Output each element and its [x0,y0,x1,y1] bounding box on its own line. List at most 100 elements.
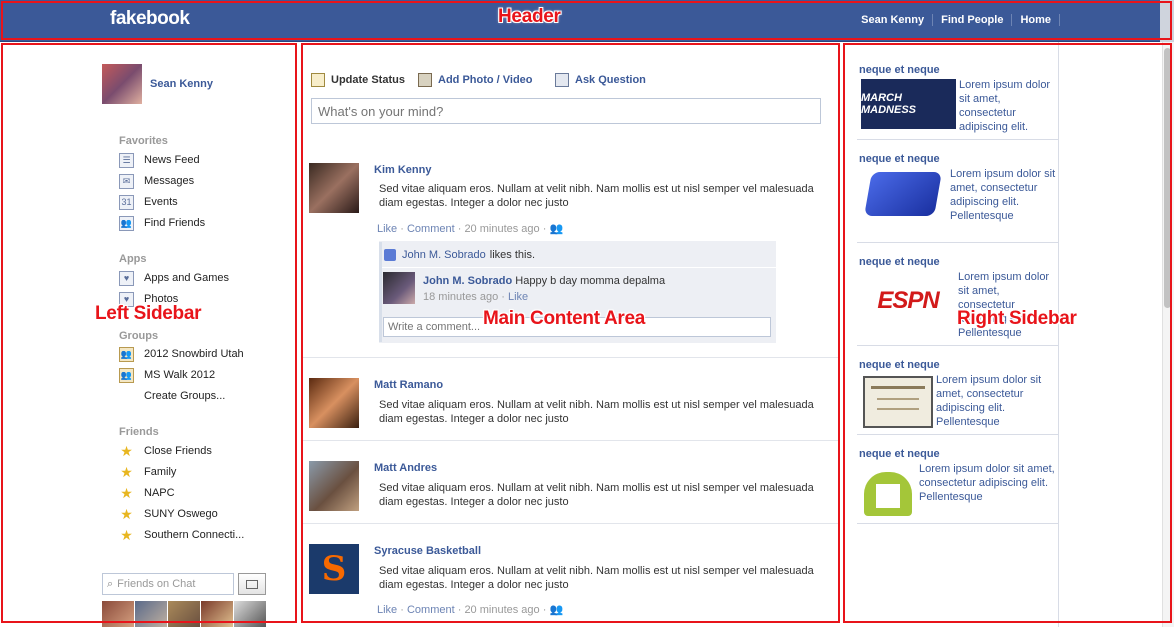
sidebar-item-find-friends[interactable]: 👥 Find Friends [119,215,205,231]
ad-image[interactable] [860,462,918,520]
comment-link[interactable]: Comment [407,223,455,235]
tab-update-status[interactable]: Update Status [311,73,405,87]
chat-friend-avatar[interactable] [234,601,266,627]
group-icon: 👥 [119,346,134,362]
ad-title[interactable]: neque et neque [859,256,940,268]
post-body-text: Sed vitae aliquam eros. Nullam at velit … [379,399,814,425]
site-logo[interactable]: fakebook [110,8,190,30]
ad-image[interactable] [863,376,933,428]
sidebar-item-label: Family [144,466,177,478]
sidebar-item-napc[interactable]: ★ NAPC [119,484,174,501]
top-header-bar: fakebook Sean Kenny Find People Home [0,0,1174,42]
sidebar-item-label: 2012 Snowbird Utah [144,348,244,360]
sidebar-item-apps-games[interactable]: ♥ Apps and Games [119,270,229,286]
comment-box-edge [379,242,382,342]
star-icon: ★ [120,442,133,459]
tab-ask-question[interactable]: Ask Question [555,73,646,87]
ad-body-text: Lorem ipsum dolor sit amet, consectetur … [919,463,1055,503]
chat-search-input[interactable]: ⌕ Friends on Chat [102,573,234,595]
post-author-avatar[interactable]: S [309,544,359,594]
sidebar-item-group-ms-walk[interactable]: 👥 MS Walk 2012 [119,367,215,383]
sidebar-item-group-snowbird[interactable]: 👥 2012 Snowbird Utah [119,346,244,362]
profile-avatar[interactable] [102,64,142,104]
ad-title[interactable]: neque et neque [859,448,940,460]
favorites-heading: Favorites [119,135,168,147]
chat-friend-avatar[interactable] [102,601,134,627]
like-link[interactable]: Like [377,604,397,616]
news-feed-icon: ☰ [119,152,134,168]
window-edge [1160,0,1174,42]
friends-heading: Friends [119,426,159,438]
post-body-text: Sed vitae aliquam eros. Nullam at velit … [379,183,814,209]
sidebar-item-close-friends[interactable]: ★ Close Friends [119,443,212,459]
post-timestamp: 20 minutes ago [464,604,540,616]
profile-name-link[interactable]: Sean Kenny [150,78,213,90]
tab-label: Add Photo / Video [438,74,533,86]
post-author-name[interactable]: Syracuse Basketball [374,545,481,557]
ad-body-text: Lorem ipsum dolor sit amet, consectetur … [936,374,1042,428]
sidebar-item-events[interactable]: 31 Events [119,194,178,210]
tab-label: Ask Question [575,74,646,86]
post-actions-row: Like · Comment · 20 minutes ago · 👥 [377,223,564,235]
ad-divider [857,434,1058,435]
sidebar-item-news-feed[interactable]: ☰ News Feed [119,152,200,168]
comment-link[interactable]: Comment [407,604,455,616]
star-icon: ★ [120,526,133,543]
ad-image[interactable] [860,166,946,226]
privacy-friends-icon: 👥 [549,223,564,235]
tab-add-photo[interactable]: Add Photo / Video [418,73,533,87]
comment-author-avatar[interactable] [383,272,415,304]
apps-heading: Apps [119,253,147,265]
sidebar-item-label: SUNY Oswego [144,508,218,520]
comment-text: Happy b day momma depalma [515,275,666,287]
ad-body-text: Lorem ipsum dolor sit amet, consectetur … [959,79,1051,133]
post-author-name[interactable]: Matt Andres [374,462,437,474]
comment-timestamp: 18 minutes ago [423,291,499,303]
blank-icon [119,389,134,404]
post-author-name[interactable]: Matt Ramano [374,379,443,391]
apps-icon: ♥ [119,270,134,286]
star-icon: ★ [120,484,133,501]
main-annotation-label: Main Content Area [483,308,646,329]
chat-friend-avatar[interactable] [168,601,200,627]
comment-author-name[interactable]: John M. Sobrado [423,275,512,287]
ad-image[interactable]: MARCH MADNESS [861,79,956,129]
ad-image[interactable]: ESPN [862,281,954,321]
sidebar-item-label: Create Groups... [144,390,226,402]
like-link[interactable]: Like [377,223,397,235]
comment-meta: 18 minutes ago · Like [423,291,529,303]
ad-title[interactable]: neque et neque [859,153,940,165]
tab-label: Update Status [331,74,405,86]
post-divider [303,357,840,358]
ad-body-text: Lorem ipsum dolor sit amet, consectetur … [950,168,1056,222]
status-update-input[interactable] [311,98,821,124]
liker-name[interactable]: John M. Sobrado [402,249,486,261]
ad-title[interactable]: neque et neque [859,359,940,371]
post-author-name[interactable]: Kim Kenny [374,164,431,176]
chat-search-placeholder: Friends on Chat [117,578,196,590]
sidebar-item-suny-oswego[interactable]: ★ SUNY Oswego [119,506,218,522]
post-author-avatar[interactable] [309,163,359,213]
post-author-avatar[interactable] [309,378,359,428]
sidebar-item-label: Events [144,196,178,208]
post-divider [303,523,840,524]
certificate-icon [871,386,925,389]
chat-list-icon [246,579,258,589]
ad-title[interactable]: neque et neque [859,64,940,76]
sidebar-item-create-group[interactable]: Create Groups... [119,388,225,404]
page-scrollbar-thumb[interactable] [1164,48,1171,308]
post-author-avatar[interactable] [309,461,359,511]
sidebar-item-southern-connecticut[interactable]: ★ Southern Connecti... [119,527,244,543]
comment-like-link[interactable]: Like [508,291,528,303]
nav-profile-link[interactable]: Sean Kenny [853,14,934,26]
header-nav: Sean Kenny Find People Home [853,14,1060,26]
chat-friend-avatar[interactable] [201,601,233,627]
right-sidebar-annotation-label: Right Sidebar [957,308,1077,329]
sidebar-item-family[interactable]: ★ Family [119,464,176,480]
nav-home-link[interactable]: Home [1012,14,1060,26]
chat-options-button[interactable] [238,573,266,595]
nav-find-people-link[interactable]: Find People [933,14,1013,26]
sidebar-item-messages[interactable]: ✉ Messages [119,173,194,189]
android-icon-detail [876,484,900,508]
chat-friend-avatar[interactable] [135,601,167,627]
